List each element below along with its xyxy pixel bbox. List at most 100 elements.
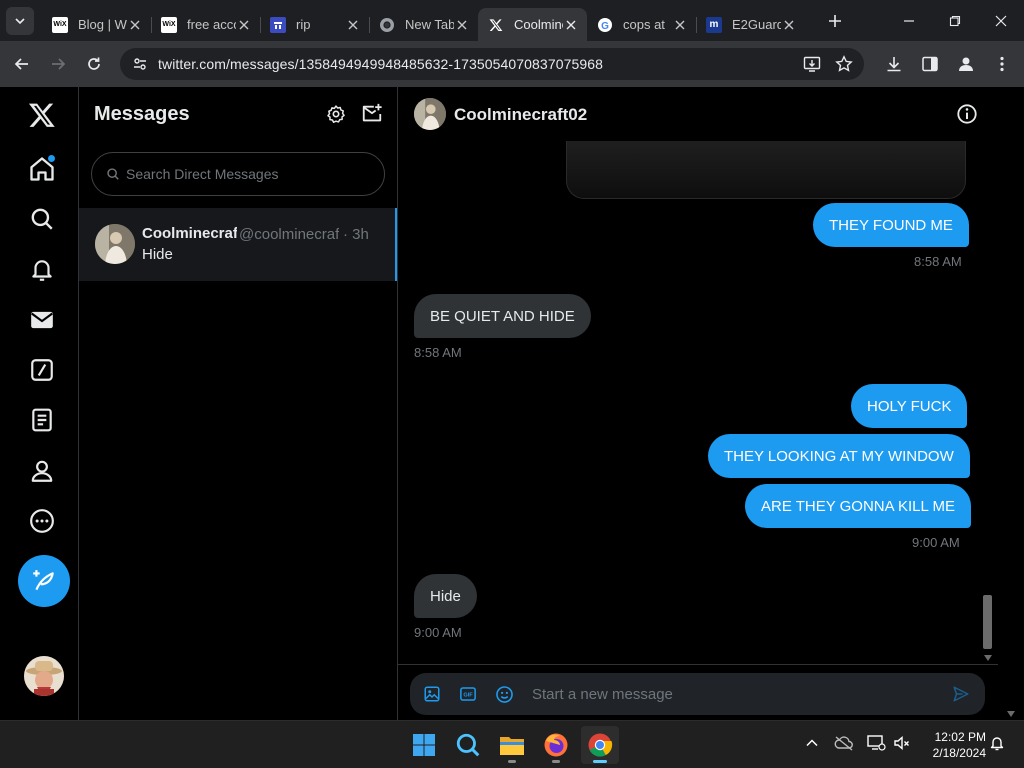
scroll-down-arrow-icon[interactable] [984, 655, 992, 661]
conversation-item[interactable]: Coolminecraft02 @coolminecraft02 · 3h Hi… [79, 208, 397, 281]
start-button[interactable] [405, 726, 443, 764]
message-bubble-incoming[interactable]: Hide [414, 574, 477, 618]
envelope-plus-icon [362, 103, 382, 122]
user-photo-icon [414, 98, 446, 130]
message-bubble-outgoing[interactable]: ARE THEY GONNA KILL ME [745, 484, 971, 528]
x-logo-home-link[interactable] [18, 91, 66, 139]
url-text[interactable]: twitter.com/messages/1358494949948485632… [158, 56, 603, 72]
firefox-button[interactable] [537, 726, 575, 764]
network-button[interactable] [864, 731, 888, 755]
nav-messages[interactable] [18, 296, 66, 344]
dm-search-input[interactable] [126, 166, 366, 182]
file-explorer-button[interactable] [493, 726, 531, 764]
messages-panel: Messages Coolminecraft02 @coolminecraft0… [79, 87, 398, 720]
site-info-icon[interactable] [132, 56, 148, 72]
notifications-button[interactable] [985, 731, 1009, 755]
firefox-icon [544, 733, 568, 757]
onedrive-button[interactable] [832, 731, 856, 755]
close-tab-icon[interactable] [127, 17, 143, 33]
conversation-info-button[interactable] [956, 103, 978, 125]
tab-coolminecraft02[interactable]: Coolminecraft02 [478, 8, 587, 41]
nav-explore[interactable] [18, 195, 66, 243]
nav-grok[interactable] [18, 346, 66, 394]
side-panel-button[interactable] [916, 50, 944, 78]
media-button[interactable] [414, 676, 450, 712]
close-tab-icon[interactable] [236, 17, 252, 33]
new-message-button[interactable] [361, 103, 383, 125]
message-bubble-outgoing[interactable]: THEY FOUND ME [813, 203, 969, 247]
close-tab-icon[interactable] [672, 17, 688, 33]
nav-more[interactable] [18, 497, 66, 545]
nav-profile[interactable] [18, 447, 66, 495]
profile-icon [959, 57, 973, 71]
dm-search-box[interactable] [91, 152, 385, 196]
chat-scroll-thumb[interactable] [983, 595, 992, 649]
downloads-button[interactable] [880, 50, 908, 78]
browser-menu-button[interactable] [988, 50, 1016, 78]
back-button[interactable] [6, 48, 38, 80]
tab-new-tab[interactable]: New Tab [369, 8, 478, 41]
profile-button[interactable] [952, 50, 980, 78]
tab-rip[interactable]: rip [260, 8, 369, 41]
file-explorer-icon [500, 737, 524, 755]
chat-avatar[interactable] [414, 98, 446, 130]
reload-button[interactable] [78, 48, 110, 80]
forward-button[interactable] [42, 48, 74, 80]
volume-button[interactable] [890, 731, 914, 755]
close-tab-icon[interactable] [454, 17, 470, 33]
grok-slash-icon [31, 359, 53, 381]
dm-settings-button[interactable] [325, 103, 347, 125]
tab-search-button[interactable] [6, 6, 34, 35]
system-clock[interactable]: 12:02 PM 2/18/2024 [920, 729, 986, 761]
running-indicator [593, 760, 607, 763]
bookmark-button[interactable] [830, 50, 858, 78]
tab-title: cops at [623, 17, 665, 32]
speaker-muted-icon [894, 735, 909, 751]
scroll-down-arrow-icon[interactable] [1007, 711, 1015, 717]
taskbar-search-button[interactable] [449, 726, 487, 764]
tab-cops[interactable]: G cops at [587, 8, 696, 41]
restore-button[interactable] [932, 0, 978, 41]
message-timestamp: 9:00 AM [912, 535, 960, 550]
emoji-button[interactable] [486, 676, 522, 712]
close-window-button[interactable] [978, 0, 1024, 41]
compose-post-button[interactable] [18, 555, 70, 607]
new-tab-button[interactable] [821, 7, 849, 35]
kebab-menu-icon [1000, 56, 1004, 72]
nav-home[interactable] [18, 145, 66, 193]
chrome-button[interactable] [581, 726, 619, 764]
gear-icon [327, 105, 345, 123]
running-indicator [508, 760, 516, 763]
cowboy-avatar-icon [24, 656, 64, 696]
conversation-name: Coolminecraft02 [142, 225, 237, 242]
tab-free-account[interactable]: WiX free account [151, 8, 260, 41]
show-hidden-icons-button[interactable] [800, 731, 824, 755]
svg-text:G: G [601, 21, 609, 32]
message-bubble-incoming[interactable]: BE QUIET AND HIDE [414, 294, 591, 338]
close-tab-icon[interactable] [563, 17, 579, 33]
tab-blog-wix[interactable]: WiX Blog | Wix [42, 8, 151, 41]
close-tab-icon[interactable] [345, 17, 361, 33]
chat-title[interactable]: Coolminecraft02 [454, 105, 587, 125]
close-tab-icon[interactable] [781, 17, 797, 33]
page-scrollbar[interactable] [998, 87, 1024, 720]
message-input[interactable] [532, 679, 943, 709]
install-app-button[interactable] [798, 50, 826, 78]
shared-media-preview[interactable] [566, 141, 966, 199]
windows-start-icon [413, 734, 435, 756]
nav-notifications[interactable] [18, 246, 66, 294]
send-button[interactable] [943, 676, 979, 712]
address-bar[interactable]: twitter.com/messages/1358494949948485632… [120, 48, 864, 80]
tab-title: Coolminecraft02 [514, 17, 563, 32]
message-bubble-outgoing[interactable]: HOLY FUCK [851, 384, 968, 428]
message-timestamp: 8:58 AM [414, 345, 462, 360]
minimize-button[interactable] [886, 0, 932, 41]
chat-panel: Coolminecraft02 THEY FOUND ME 8:58 AM BE… [398, 87, 998, 720]
message-bubble-outgoing[interactable]: THEY LOOKING AT MY WINDOW [708, 434, 970, 478]
gif-button[interactable]: GIF [450, 676, 486, 712]
nav-lists[interactable] [18, 396, 66, 444]
chat-scrollbar[interactable] [978, 141, 998, 664]
info-icon [957, 104, 977, 124]
account-avatar[interactable] [24, 656, 64, 696]
tab-e2guardian[interactable]: m E2Guardian [696, 8, 805, 41]
